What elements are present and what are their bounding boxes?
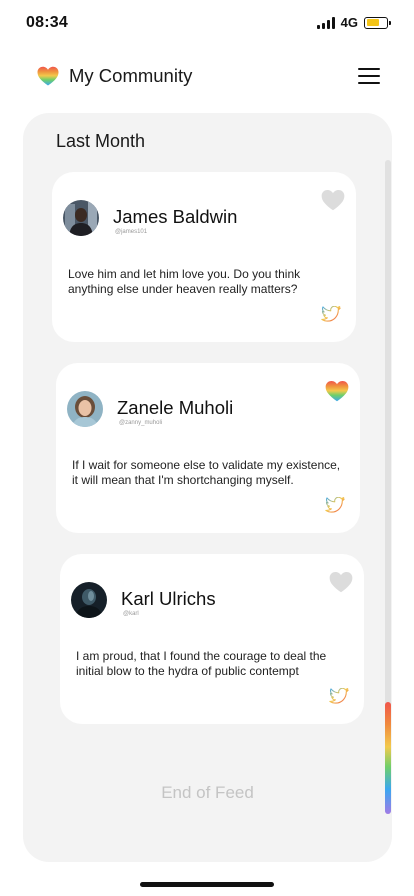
avatar: [71, 582, 107, 618]
author-name[interactable]: James Baldwin: [113, 206, 237, 228]
post-text: If I wait for someone else to validate m…: [72, 458, 341, 487]
rainbow-heart-icon: [37, 66, 59, 86]
twitter-icon[interactable]: [321, 306, 341, 323]
post-card[interactable]: James Baldwin @james101 Love him and let…: [52, 172, 356, 342]
app-title: My Community: [69, 65, 193, 86]
hamburger-menu-icon[interactable]: [358, 68, 380, 84]
heart-outline-icon[interactable]: [320, 188, 346, 212]
scrollbar-thumb[interactable]: [385, 702, 391, 814]
heart-outline-icon[interactable]: [328, 570, 354, 594]
network-type: 4G: [340, 15, 358, 30]
post-card[interactable]: Karl Ulrichs @karl I am proud, that I fo…: [60, 554, 364, 724]
author-name[interactable]: Zanele Muholi: [117, 397, 233, 419]
author-name[interactable]: Karl Ulrichs: [121, 588, 216, 610]
home-indicator[interactable]: [140, 882, 274, 887]
post-text: I am proud, that I found the courage to …: [76, 649, 327, 678]
avatar: [63, 200, 99, 236]
status-indicators: 4G: [316, 15, 391, 30]
author-handle[interactable]: @karl: [123, 611, 139, 617]
post-text: Love him and let him love you. Do you th…: [68, 267, 301, 296]
post-card[interactable]: Zanele Muholi @zanny_muholi If I wait fo…: [56, 363, 360, 533]
feed-panel: Last Month James Baldwin @james101 Love …: [23, 113, 392, 862]
status-time: 08:34: [26, 14, 68, 31]
battery-icon: [364, 16, 391, 29]
signal-icon: [316, 16, 335, 29]
twitter-icon[interactable]: [325, 497, 345, 514]
heart-filled-icon[interactable]: [324, 379, 350, 403]
twitter-icon[interactable]: [329, 688, 349, 705]
section-title: Last Month: [56, 131, 146, 151]
end-of-feed-label: End of Feed: [161, 783, 254, 802]
author-handle[interactable]: @zanny_muholi: [119, 420, 162, 426]
avatar: [67, 391, 103, 427]
app-header: My Community: [36, 62, 380, 90]
scrollbar-track[interactable]: [385, 160, 391, 814]
author-handle[interactable]: @james101: [115, 229, 147, 235]
